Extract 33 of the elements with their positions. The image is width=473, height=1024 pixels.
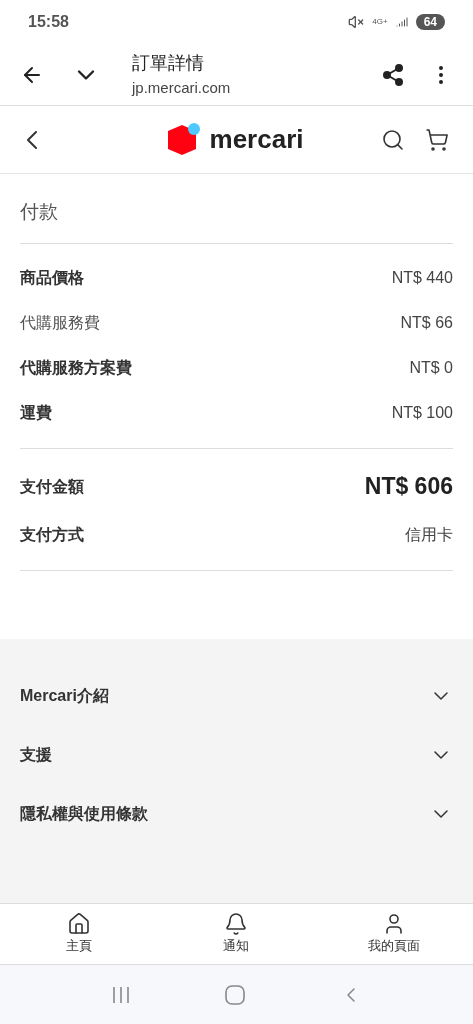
cart-icon[interactable]: [425, 127, 449, 152]
row-value: NT$ 606: [364, 472, 453, 502]
accordion-item[interactable]: 隱私權與使用條款: [0, 784, 473, 844]
row-label: 支付金額: [20, 476, 84, 497]
logo-icon: [165, 122, 202, 157]
status-time: 15:58: [28, 12, 69, 32]
row-value: NT$ 66: [400, 313, 453, 333]
row-value: NT$ 100: [391, 403, 453, 423]
page-title: 訂單詳情: [132, 51, 205, 75]
row-value: NT$ 0: [409, 358, 453, 378]
section-title: 付款: [20, 198, 453, 244]
row-value: NT$ 440: [391, 268, 453, 288]
nav-tab[interactable]: 我的頁面: [334, 912, 455, 956]
nav-tab[interactable]: 通知: [176, 912, 297, 956]
search-icon[interactable]: [381, 127, 405, 152]
mute-icon: [348, 14, 365, 30]
network-label: 4G+: [372, 16, 388, 28]
bell-icon: [224, 912, 249, 937]
home-button-icon[interactable]: [223, 983, 246, 1006]
row-label: 運費: [20, 403, 52, 423]
row-value: 信用卡: [405, 525, 453, 545]
row-label: 代購服務方案費: [20, 358, 132, 378]
home-icon: [66, 912, 91, 937]
page-url: jp.mercari.com: [132, 77, 232, 98]
battery-indicator: 64: [415, 14, 445, 30]
logo-text: mercari: [209, 123, 304, 156]
row-label: 商品價格: [20, 268, 84, 288]
nav-tab[interactable]: 主頁: [18, 912, 139, 956]
accordion-item[interactable]: 支援: [0, 725, 473, 785]
share-icon[interactable]: [381, 62, 405, 87]
row-label: 支付方式: [20, 525, 84, 545]
accordion-item[interactable]: Mercari介紹: [0, 666, 473, 726]
row-label: 代購服務費: [20, 313, 100, 333]
